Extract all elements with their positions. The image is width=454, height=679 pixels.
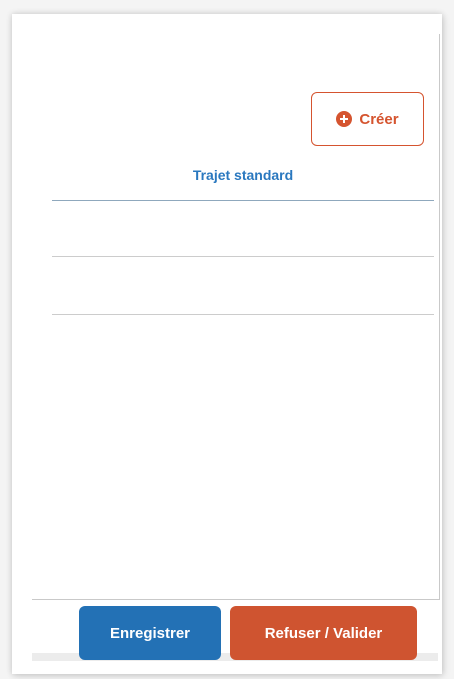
create-button-label: Créer: [359, 110, 399, 128]
table-row[interactable]: [52, 201, 434, 257]
column-header-trajet-standard[interactable]: Trajet standard: [52, 167, 434, 183]
refuse-validate-button[interactable]: Refuser / Valider: [230, 606, 417, 660]
table-panel: Créer Trajet standard: [32, 34, 440, 600]
plus-circle-icon: [336, 111, 353, 127]
save-button[interactable]: Enregistrer: [79, 606, 221, 660]
dialog-frame: Créer Trajet standard Enregistrer Refuse…: [12, 14, 442, 674]
table-row[interactable]: [52, 258, 434, 315]
create-button[interactable]: Créer: [311, 92, 424, 146]
